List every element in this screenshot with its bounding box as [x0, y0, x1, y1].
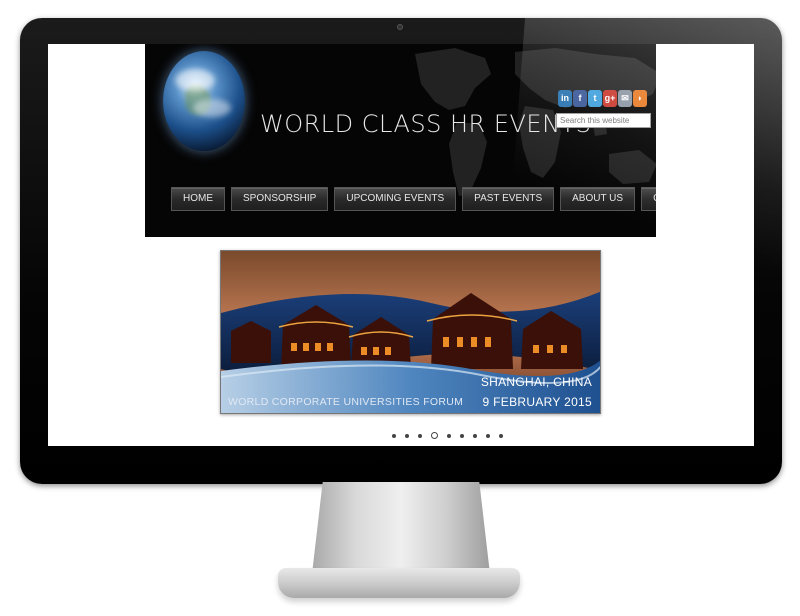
nav-past-events[interactable]: PAST EVENTS [462, 187, 555, 211]
slider-dot[interactable] [486, 433, 490, 438]
nav-upcoming-events[interactable]: UPCOMING EVENTS [334, 187, 457, 211]
google-plus-icon[interactable]: g+ [603, 90, 617, 107]
webcam [397, 24, 403, 30]
social-icons: in f t g+ ✉ ◗ [558, 90, 647, 107]
slider-dot[interactable] [405, 433, 409, 438]
linkedin-icon[interactable]: in [558, 90, 572, 107]
main-nav: HOME SPONSORSHIP UPCOMING EVENTS PAST EV… [171, 187, 656, 211]
monitor-screen: WORLD CLASS HR EVENTS in f t g+ ✉ ◗ HOME… [48, 44, 754, 446]
slider-dot[interactable] [431, 432, 438, 439]
desktop-monitor-mockup: WORLD CLASS HR EVENTS in f t g+ ✉ ◗ HOME… [0, 0, 800, 616]
site-title[interactable]: WORLD CLASS HR EVENTS [260, 110, 591, 138]
monitor-stand-neck [312, 482, 490, 574]
nav-contact[interactable]: CONTACT [641, 187, 656, 211]
facebook-icon[interactable]: f [573, 90, 587, 107]
email-icon[interactable]: ✉ [618, 90, 632, 107]
slider-pagination [392, 432, 503, 439]
nav-about-us[interactable]: ABOUT US [560, 187, 636, 211]
banner-event-name: WORLD CORPORATE UNIVERSITIES FORUM [228, 396, 464, 408]
monitor-stand-base [278, 568, 520, 598]
globe-logo [163, 51, 245, 151]
site-header: WORLD CLASS HR EVENTS in f t g+ ✉ ◗ HOME… [145, 44, 656, 237]
slider-dot[interactable] [418, 433, 422, 438]
slider-dot[interactable] [392, 433, 396, 438]
rss-icon[interactable]: ◗ [633, 90, 647, 107]
slider-dot[interactable] [447, 433, 451, 438]
slider-dot[interactable] [499, 433, 503, 438]
search-input[interactable] [556, 113, 651, 128]
banner-date: 9 FEBRUARY 2015 [482, 395, 592, 409]
nav-home[interactable]: HOME [171, 187, 225, 211]
slider-dot[interactable] [473, 433, 477, 438]
event-banner[interactable]: SHANGHAI, CHINA 9 FEBRUARY 2015 WORLD CO… [220, 250, 601, 414]
slider-dot[interactable] [460, 433, 464, 438]
twitter-icon[interactable]: t [588, 90, 602, 107]
nav-sponsorship[interactable]: SPONSORSHIP [231, 187, 329, 211]
banner-image [221, 251, 600, 413]
banner-city: SHANGHAI, CHINA [480, 375, 592, 389]
